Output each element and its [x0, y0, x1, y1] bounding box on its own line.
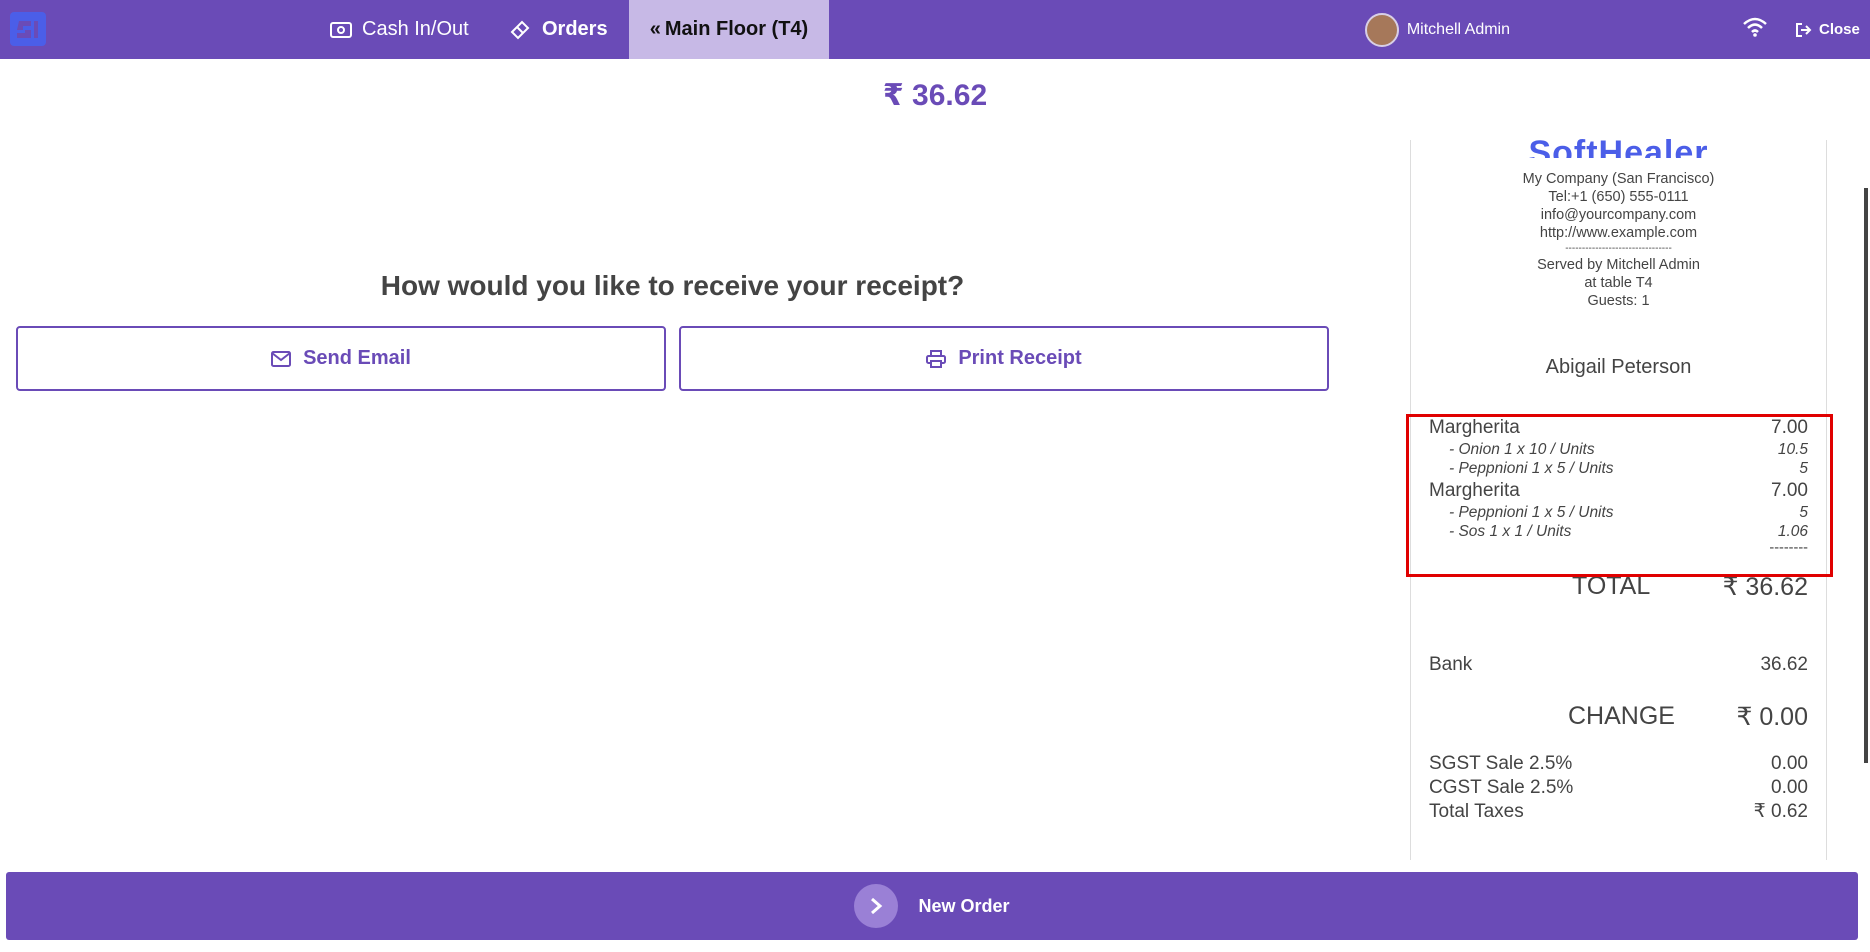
- money-icon: [330, 21, 352, 38]
- tax-row: Total Taxes ₹ 0.62: [1411, 800, 1826, 824]
- company-tel: Tel:+1 (650) 555-0111: [1548, 189, 1689, 205]
- floor-tab[interactable]: « Main Floor (T4): [629, 0, 829, 59]
- floor-label: Main Floor (T4): [664, 18, 809, 40]
- company-logo: SoftHealer: [1528, 134, 1709, 158]
- tax-row: CGST Sale 2.5% 0.00: [1411, 776, 1826, 800]
- tax-value: 0.00: [1771, 753, 1808, 774]
- tax-label: SGST Sale 2.5%: [1429, 753, 1573, 774]
- receipt-question: How would you like to receive your recei…: [380, 270, 965, 301]
- served-by: Served by Mitchell Admin: [1537, 257, 1700, 273]
- table-info: at table T4: [1584, 275, 1653, 291]
- sign-out-icon: [1796, 22, 1812, 37]
- ticket-icon: [510, 20, 530, 39]
- new-order-button[interactable]: New Order: [6, 872, 1858, 940]
- tax-label: CGST Sale 2.5%: [1429, 777, 1574, 798]
- envelope-icon: [271, 350, 292, 367]
- tax-value: 0.00: [1771, 777, 1808, 798]
- tax-row: SGST Sale 2.5% 0.00: [1411, 752, 1826, 776]
- new-order-label: New Order: [918, 895, 1010, 916]
- payment-line: Bank 36.62: [1411, 654, 1826, 676]
- top-navbar: Cash In/Out Orders « Main Floor (T4) Mit…: [0, 0, 1870, 59]
- chevron-right-icon: [854, 884, 899, 928]
- send-email-button[interactable]: Send Email: [16, 326, 666, 391]
- double-chevron-left-icon: «: [649, 18, 661, 40]
- close-button[interactable]: Close: [1795, 0, 1860, 59]
- order-lines-highlight: [1406, 414, 1833, 577]
- avatar: [1364, 12, 1399, 47]
- user-menu[interactable]: Mitchell Admin: [1364, 0, 1510, 59]
- wifi-icon: [1743, 17, 1767, 37]
- tax-label: Total Taxes: [1429, 801, 1524, 822]
- send-email-label: Send Email: [303, 347, 411, 369]
- receipt-change: CHANGE ₹ 0.00: [1411, 702, 1826, 732]
- payment-method-label: Bank: [1429, 654, 1473, 675]
- orders-button[interactable]: Orders: [508, 0, 608, 59]
- payment-amount: ₹ 36.62: [882, 79, 988, 112]
- orders-label: Orders: [542, 18, 608, 40]
- change-label: CHANGE: [1568, 702, 1675, 730]
- printer-icon: [926, 349, 947, 368]
- close-label: Close: [1819, 21, 1860, 38]
- guest-count: Guests: 1: [1587, 293, 1650, 309]
- user-name: Mitchell Admin: [1406, 20, 1510, 38]
- payment-method-value: 36.62: [1760, 654, 1808, 675]
- cash-in-out-label: Cash In/Out: [362, 18, 469, 40]
- company-email: info@yourcompany.com: [1540, 207, 1697, 223]
- print-receipt-button[interactable]: Print Receipt: [679, 326, 1329, 391]
- company-name: My Company (San Francisco): [1522, 171, 1715, 187]
- company-website: http://www.example.com: [1539, 225, 1698, 241]
- change-value: ₹ 0.00: [1736, 703, 1808, 731]
- header-separator: --------------------------------: [1565, 243, 1672, 254]
- pos-logo-icon[interactable]: [10, 12, 46, 46]
- receipt-scrollbar[interactable]: [1864, 188, 1868, 763]
- cash-in-out-button[interactable]: Cash In/Out: [330, 0, 469, 59]
- tax-summary: SGST Sale 2.5% 0.00 CGST Sale 2.5% 0.00 …: [1411, 752, 1826, 824]
- receipt-header: My Company (San Francisco) Tel:+1 (650) …: [1411, 170, 1826, 310]
- tax-value: ₹ 0.62: [1753, 801, 1808, 822]
- customer-name: Abigail Peterson: [1545, 356, 1692, 378]
- print-receipt-label: Print Receipt: [958, 347, 1082, 369]
